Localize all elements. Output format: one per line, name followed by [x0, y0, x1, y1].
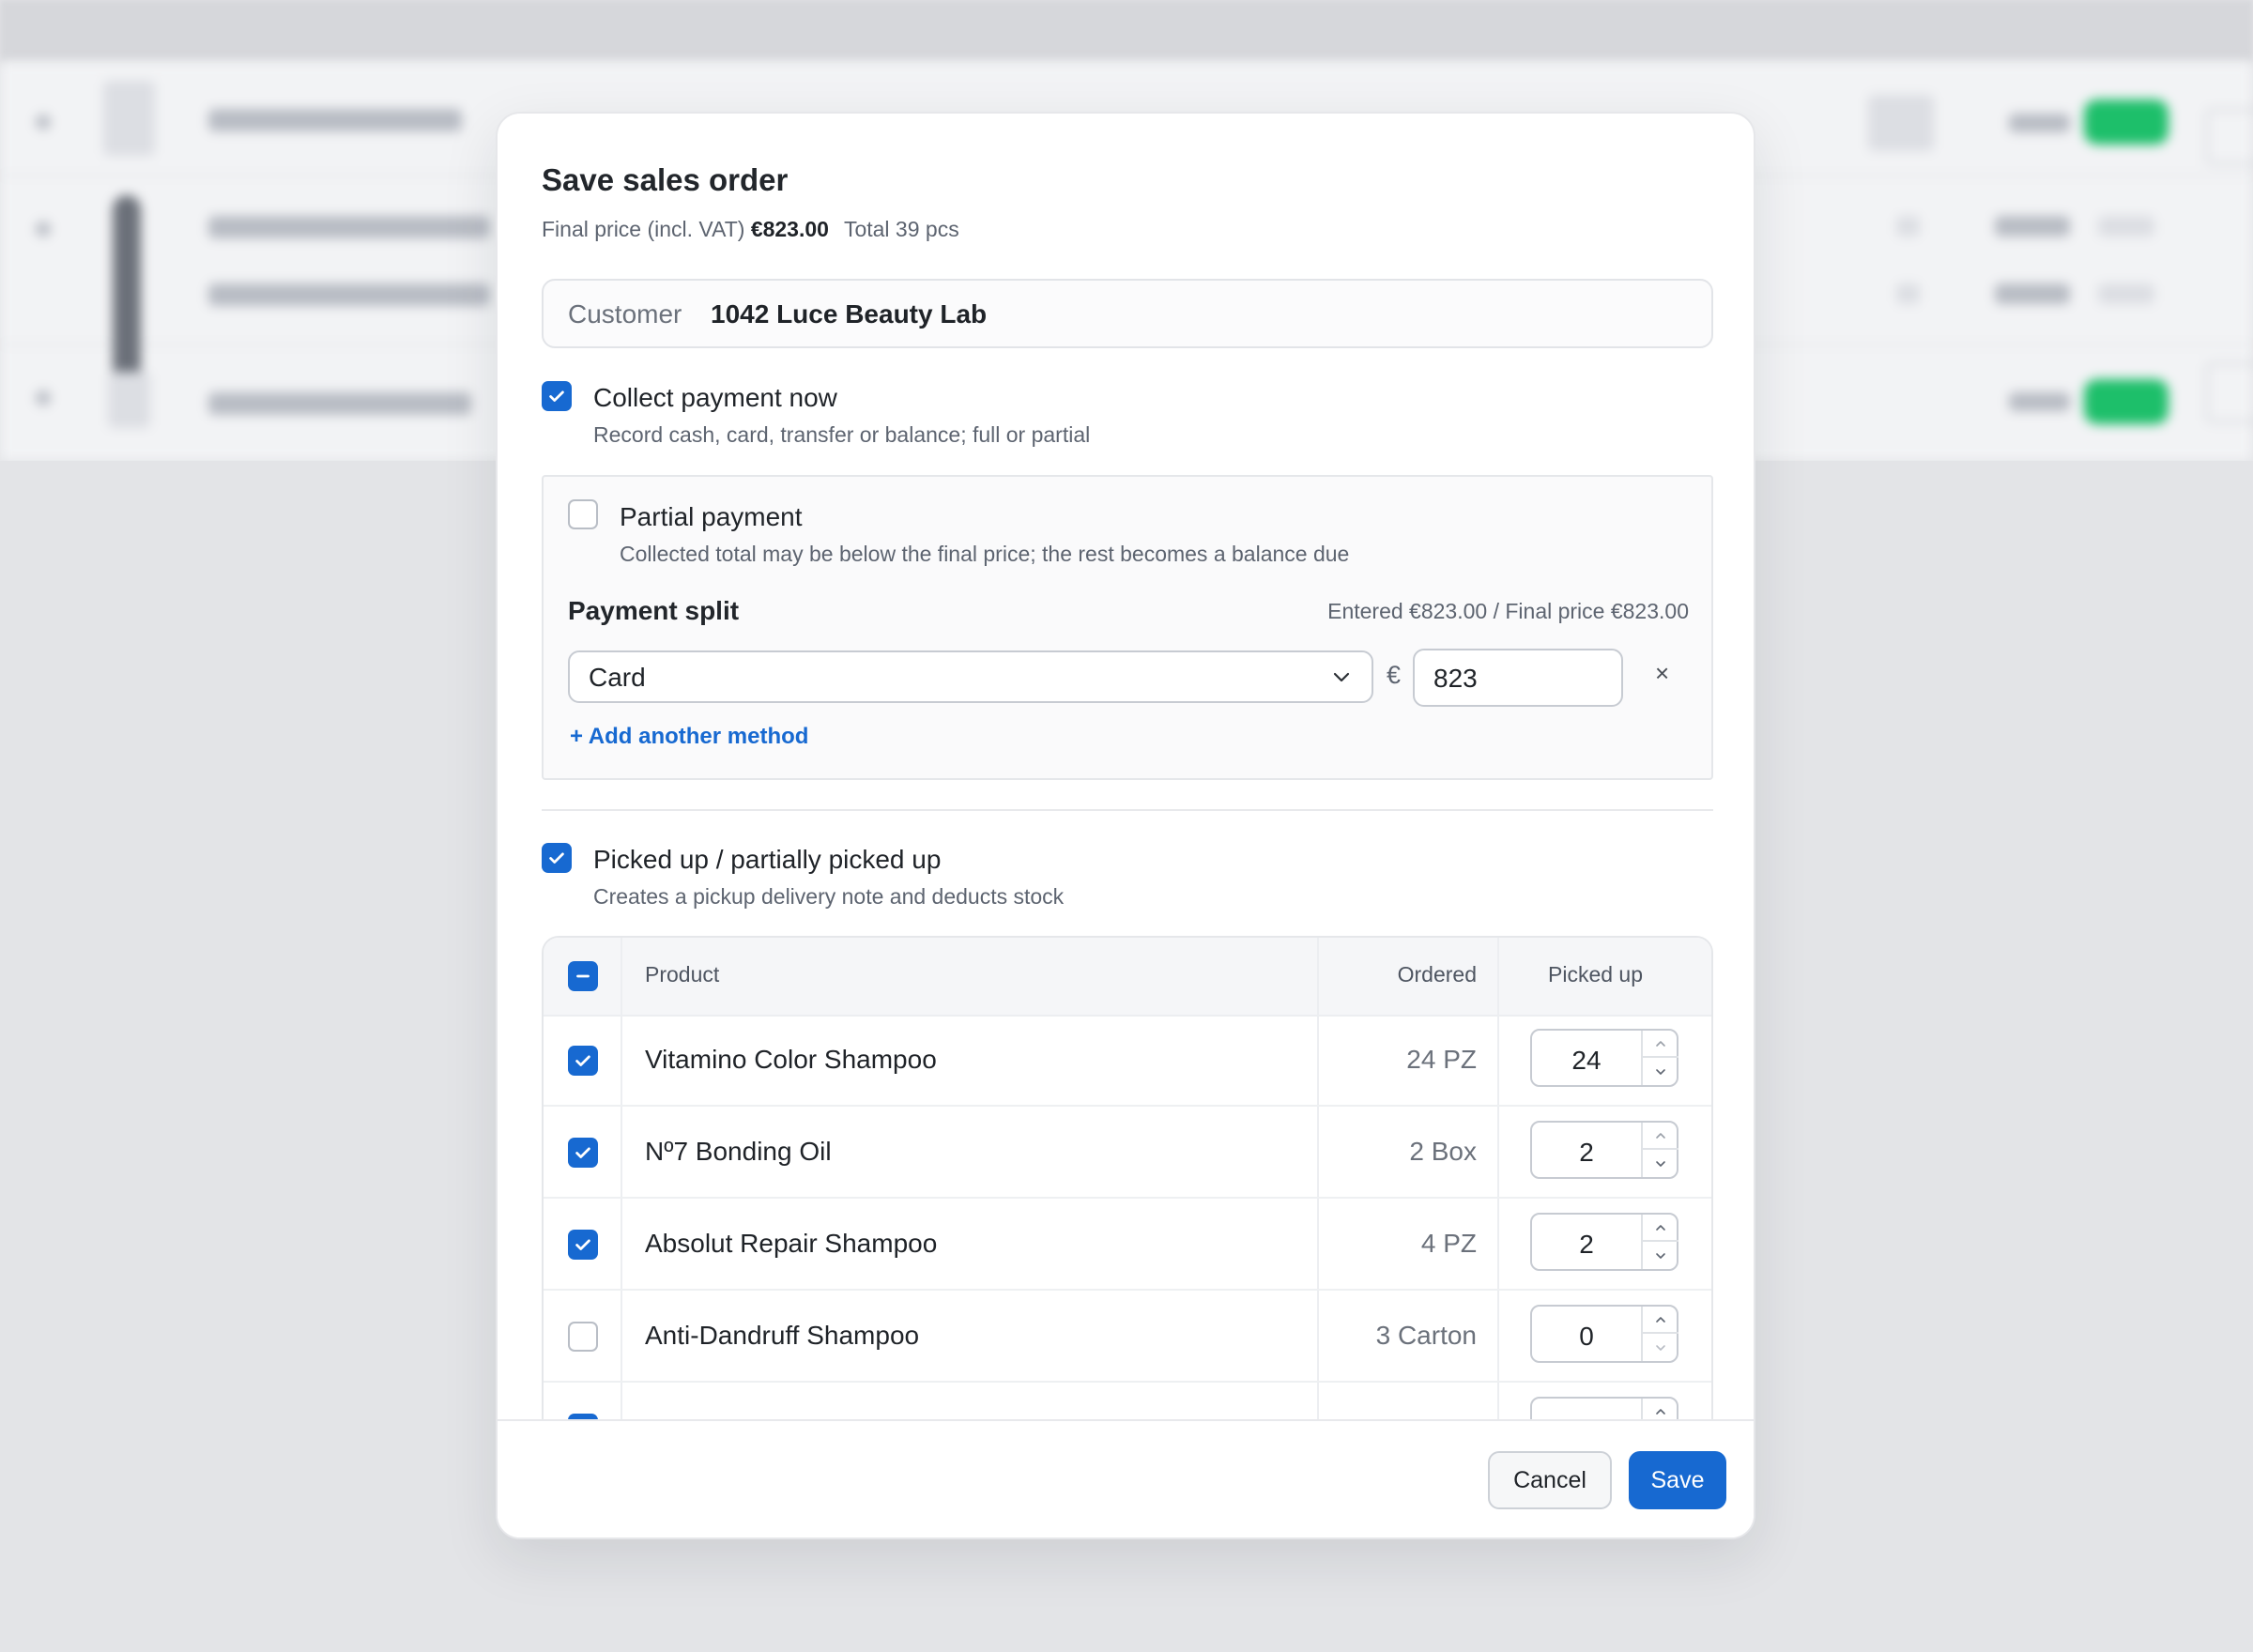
final-price-label: Final price (incl. VAT)	[542, 217, 745, 241]
payment-amount-input[interactable]: 823	[1413, 649, 1623, 707]
picked-quantity-value: 2	[1579, 1230, 1594, 1259]
ordered-quantity: 3 Carton	[1375, 1321, 1477, 1350]
payment-split-label: Payment split	[568, 596, 740, 625]
ordered-quantity: 24 PZ	[1406, 1045, 1477, 1074]
picked-up-title: Picked up / partially picked up	[593, 845, 942, 874]
customer-field: Customer 1042 Luce Beauty Lab	[542, 279, 1713, 348]
total-pieces: Total 39 pcs	[843, 217, 959, 241]
chevron-up-icon	[1656, 1408, 1665, 1415]
order-summary: Final price (incl. VAT) €823.00 Total 39 …	[542, 217, 959, 242]
check-icon	[549, 390, 564, 402]
increment-button[interactable]	[1643, 1031, 1678, 1058]
header-picked-up: Picked up	[1548, 962, 1644, 987]
partial-payment-title: Partial payment	[620, 502, 803, 531]
check-icon	[549, 852, 564, 864]
customer-value: 1042 Luce Beauty Lab	[711, 299, 988, 329]
dialog-title: Save sales order	[542, 162, 789, 197]
dialog-footer: Cancel Save	[498, 1419, 1754, 1537]
chevron-down-icon	[1656, 1160, 1665, 1167]
minus-icon	[576, 974, 590, 978]
table-row: Nº7 Bonding Oil 2 Box 2	[544, 1107, 1711, 1199]
decrement-button[interactable]	[1643, 1150, 1678, 1177]
picked-quantity-stepper[interactable]: 2	[1530, 1121, 1678, 1179]
chevron-up-icon	[1656, 1132, 1665, 1139]
decrement-button[interactable]	[1643, 1058, 1678, 1085]
picked-up-description: Creates a pickup delivery note and deduc…	[593, 884, 1065, 909]
decrement-button[interactable]	[1643, 1334, 1678, 1361]
picked-quantity-value: 2	[1579, 1138, 1594, 1167]
chevron-down-icon	[1656, 1068, 1665, 1075]
chevron-up-icon	[1656, 1040, 1665, 1047]
currency-symbol: €	[1387, 661, 1402, 689]
partial-payment-checkbox[interactable]	[568, 499, 598, 529]
payment-method-select[interactable]: Card	[568, 650, 1373, 703]
payment-panel: Partial payment Collected total may be b…	[542, 475, 1713, 780]
collect-payment-description: Record cash, card, transfer or balance; …	[593, 422, 1091, 447]
product-name: Absolut Repair Shampoo	[645, 1229, 938, 1258]
payment-method-value: Card	[589, 663, 646, 692]
customer-label: Customer	[568, 299, 682, 329]
picked-quantity-stepper[interactable]: 24	[1530, 1029, 1678, 1087]
table-header: Product Ordered Picked up	[544, 938, 1711, 1017]
picked-quantity-value: 0	[1579, 1322, 1594, 1351]
final-price-value: €823.00	[750, 217, 829, 241]
product-name: Anti-Dandruff Shampoo	[645, 1321, 920, 1350]
table-row: Vitamino Color Shampoo 24 PZ 24	[544, 1015, 1711, 1107]
remove-method-button[interactable]: ×	[1655, 661, 1669, 685]
save-button[interactable]: Save	[1629, 1451, 1726, 1509]
table-row: Absolut Repair Shampoo 4 PZ 2	[544, 1199, 1711, 1291]
payment-split-status: Entered €823.00 / Final price €823.00	[1327, 599, 1689, 623]
cancel-button[interactable]: Cancel	[1488, 1451, 1612, 1509]
row-checkbox[interactable]	[568, 1322, 598, 1352]
chevron-down-icon	[1333, 672, 1350, 682]
ordered-quantity: 2 Box	[1409, 1137, 1477, 1166]
check-icon	[575, 1055, 590, 1066]
row-checkbox[interactable]	[568, 1046, 598, 1076]
row-checkbox[interactable]	[568, 1230, 598, 1260]
payment-amount-value: 823	[1433, 664, 1478, 693]
picked-quantity-stepper[interactable]: 0	[1530, 1305, 1678, 1363]
product-name: Vitamino Color Shampoo	[645, 1045, 937, 1074]
header-ordered: Ordered	[1397, 962, 1477, 987]
partial-payment-description: Collected total may be below the final p…	[620, 542, 1350, 566]
chevron-down-icon	[1656, 1344, 1665, 1351]
check-icon	[575, 1147, 590, 1158]
ordered-quantity: 4 PZ	[1420, 1229, 1477, 1258]
collect-payment-checkbox[interactable]	[542, 381, 572, 411]
increment-button[interactable]	[1643, 1307, 1678, 1334]
save-sales-order-dialog: Save sales order Final price (incl. VAT)…	[496, 112, 1755, 1539]
check-icon	[575, 1239, 590, 1250]
chevron-down-icon	[1656, 1252, 1665, 1259]
header-product: Product	[645, 962, 720, 987]
picked-quantity-stepper[interactable]: 2	[1530, 1213, 1678, 1271]
increment-button[interactable]	[1643, 1123, 1678, 1150]
row-checkbox[interactable]	[568, 1138, 598, 1168]
picked-up-checkbox[interactable]	[542, 843, 572, 873]
section-divider	[542, 809, 1713, 811]
table-row: Anti-Dandruff Shampoo 3 Carton 0	[544, 1291, 1711, 1383]
add-another-method-link[interactable]: + Add another method	[570, 724, 808, 750]
product-name: Nº7 Bonding Oil	[645, 1137, 832, 1166]
collect-payment-title: Collect payment now	[593, 383, 837, 412]
background-header	[0, 0, 2253, 62]
picked-quantity-value: 24	[1571, 1046, 1602, 1075]
chevron-up-icon	[1656, 1316, 1665, 1323]
chevron-up-icon	[1656, 1224, 1665, 1231]
select-all-checkbox[interactable]	[568, 961, 598, 991]
decrement-button[interactable]	[1643, 1242, 1678, 1269]
increment-button[interactable]	[1643, 1215, 1678, 1242]
